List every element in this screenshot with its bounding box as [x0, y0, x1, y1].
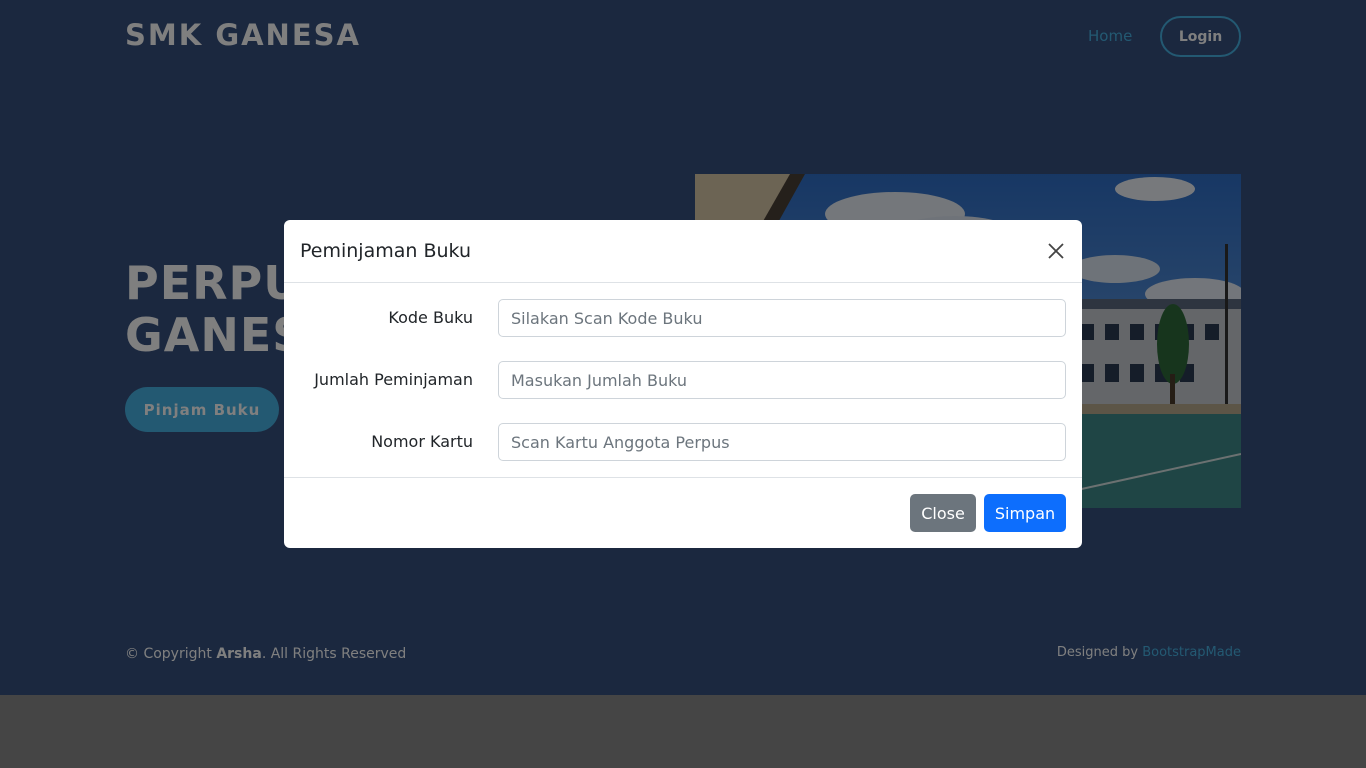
kode-buku-row: Kode Buku [284, 299, 1082, 337]
modal-title: Peminjaman Buku [300, 240, 471, 262]
nomor-kartu-label: Nomor Kartu [371, 432, 473, 451]
kode-buku-label: Kode Buku [388, 308, 473, 327]
kode-buku-input[interactable] [498, 299, 1066, 337]
simpan-button[interactable]: Simpan [984, 494, 1066, 532]
close-button[interactable]: Close [910, 494, 976, 532]
modal-footer: Close Simpan [284, 477, 1082, 548]
modal-body: Kode Buku Jumlah Peminjaman Nomor Kartu [284, 283, 1082, 478]
modal-header: Peminjaman Buku [284, 220, 1082, 283]
nomor-kartu-input[interactable] [498, 423, 1066, 461]
jumlah-peminjaman-input[interactable] [498, 361, 1066, 399]
jumlah-peminjaman-label: Jumlah Peminjaman [314, 370, 473, 389]
jumlah-peminjaman-row: Jumlah Peminjaman [284, 361, 1082, 399]
close-icon[interactable] [1046, 241, 1066, 261]
nomor-kartu-row: Nomor Kartu [284, 423, 1082, 461]
peminjaman-buku-modal: Peminjaman Buku Kode Buku Jumlah Peminja… [284, 220, 1082, 548]
